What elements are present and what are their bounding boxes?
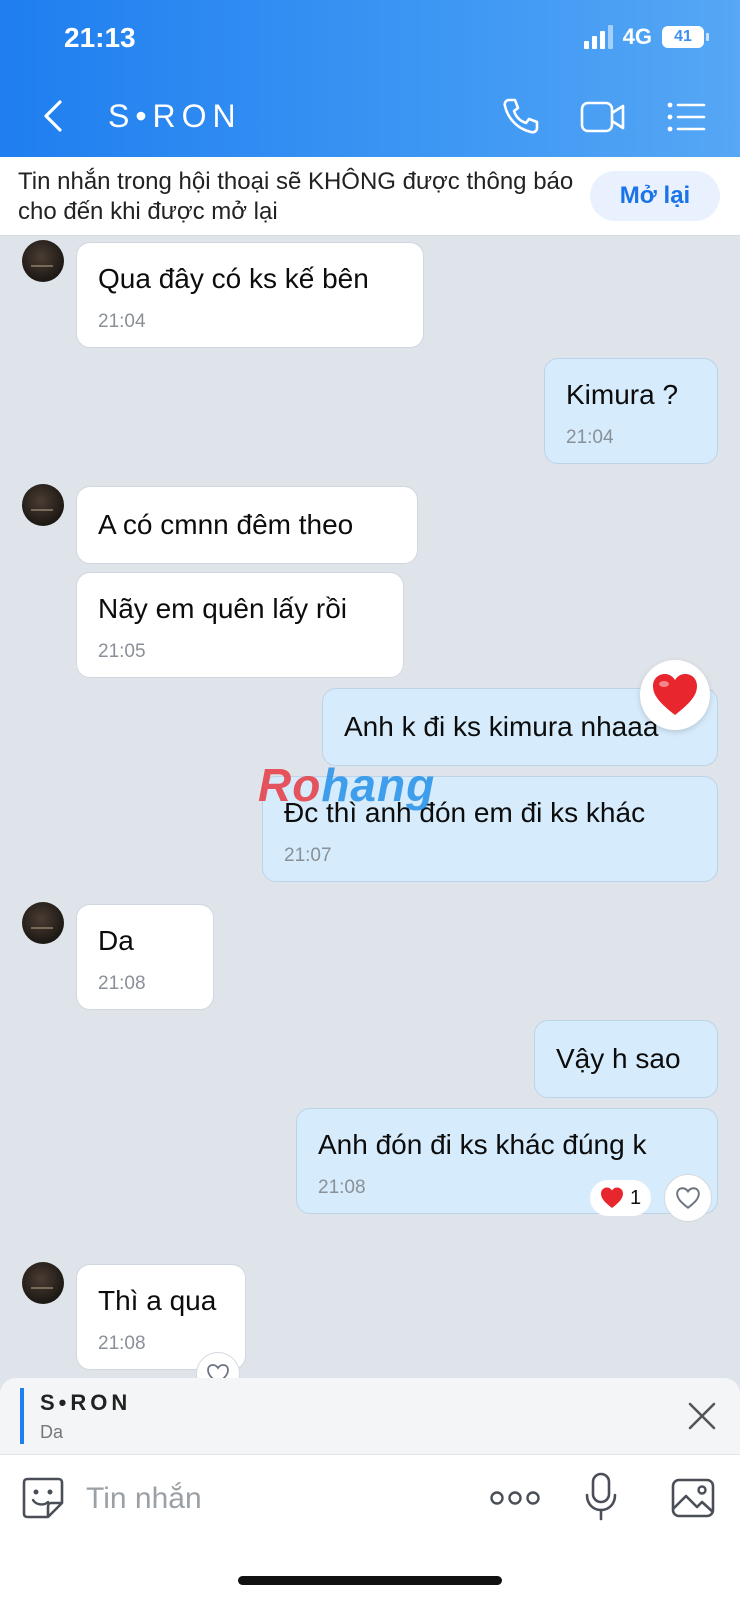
status-time: 21:13	[64, 22, 136, 53]
microphone-icon	[585, 1472, 617, 1521]
heart-reaction[interactable]	[640, 660, 710, 730]
mute-notice: Tin nhắn trong hội thoại sẽ KHÔNG được t…	[0, 157, 740, 236]
chat-header: 21:13 4G 41 S•RON	[0, 0, 740, 157]
message-text: Anh k đi ks kimura nhaaa	[344, 711, 659, 742]
reply-preview: S•RON Da	[0, 1378, 740, 1454]
heart-outline-icon	[676, 1187, 700, 1209]
message-time: 21:08	[98, 1333, 146, 1354]
contact-avatar[interactable]	[22, 240, 64, 282]
watermark-logo: Rohang	[258, 759, 436, 811]
menu-button[interactable]	[666, 100, 706, 134]
voice-message-button[interactable]	[584, 1471, 618, 1523]
battery-level: 41	[674, 28, 692, 45]
message-bubble[interactable]: Qua đây có ks kế bên 21:04	[76, 242, 424, 348]
message-bubble[interactable]: Vậy h sao	[534, 1020, 718, 1098]
message-input[interactable]	[84, 1475, 468, 1523]
phone-icon	[503, 98, 539, 134]
list-menu-icon	[667, 102, 706, 132]
message-bubble[interactable]: Da 21:08	[76, 904, 214, 1010]
message-bubble[interactable]: A có cmnn đêm theo	[76, 486, 418, 564]
reaction-count[interactable]: 1	[590, 1180, 652, 1216]
video-camera-icon	[580, 101, 625, 133]
react-button[interactable]	[664, 1174, 712, 1222]
message-text: A có cmnn đêm theo	[98, 509, 354, 540]
reaction-count-value: 1	[630, 1186, 642, 1209]
sticker-button[interactable]	[20, 1475, 66, 1521]
mute-notice-text: Tin nhắn trong hội thoại sẽ KHÔNG được t…	[18, 168, 574, 225]
reply-indicator-line	[20, 1388, 24, 1444]
sticker-icon	[22, 1477, 64, 1519]
more-options-button[interactable]	[490, 1487, 540, 1509]
network-type: 4G	[622, 24, 652, 49]
image-icon	[671, 1478, 715, 1518]
message-time: 21:05	[98, 641, 146, 662]
message-time: 21:08	[318, 1177, 366, 1198]
chevron-left-icon	[44, 100, 62, 132]
message-time: 21:08	[98, 973, 146, 994]
battery-icon: 41	[662, 26, 709, 48]
message-text: Thì a qua	[98, 1285, 217, 1316]
reply-sender-name: S•RON	[40, 1390, 132, 1415]
contact-avatar[interactable]	[22, 902, 64, 944]
video-call-button[interactable]	[580, 98, 626, 136]
reopen-button[interactable]: Mở lại	[590, 171, 720, 221]
reply-quoted-text: Da	[40, 1422, 64, 1442]
message-time: 21:07	[284, 845, 332, 866]
message-text: Vậy h sao	[556, 1043, 681, 1074]
gallery-button[interactable]	[670, 1475, 716, 1521]
status-indicators: 4G 41	[583, 24, 709, 50]
close-reply-button[interactable]	[684, 1398, 720, 1434]
voice-call-button[interactable]	[500, 96, 540, 136]
conversation-title[interactable]: S•RON	[108, 98, 242, 135]
message-text: Nãy em quên lấy rồi	[98, 593, 348, 624]
message-bubble[interactable]: Nãy em quên lấy rồi 21:05	[76, 572, 404, 678]
message-bubble[interactable]: Kimura ? 21:04	[544, 358, 718, 464]
back-button[interactable]	[36, 96, 72, 136]
heart-icon	[653, 674, 697, 715]
message-text: Kimura ?	[566, 379, 679, 410]
contact-avatar[interactable]	[22, 484, 64, 526]
message-time: 21:04	[98, 311, 146, 332]
message-text: Da	[98, 925, 134, 956]
contact-avatar[interactable]	[22, 1262, 64, 1304]
more-dots-icon	[490, 1491, 540, 1505]
message-text: Anh đón đi ks khác đúng k	[318, 1129, 647, 1160]
home-indicator	[238, 1576, 502, 1585]
message-text: Qua đây có ks kế bên	[98, 263, 369, 294]
signal-icon	[583, 25, 613, 49]
message-bubble[interactable]: Anh đón đi ks khác đúng k 21:08	[296, 1108, 718, 1214]
heart-icon	[601, 1187, 623, 1208]
close-icon	[688, 1402, 716, 1430]
message-time: 21:04	[566, 427, 614, 448]
